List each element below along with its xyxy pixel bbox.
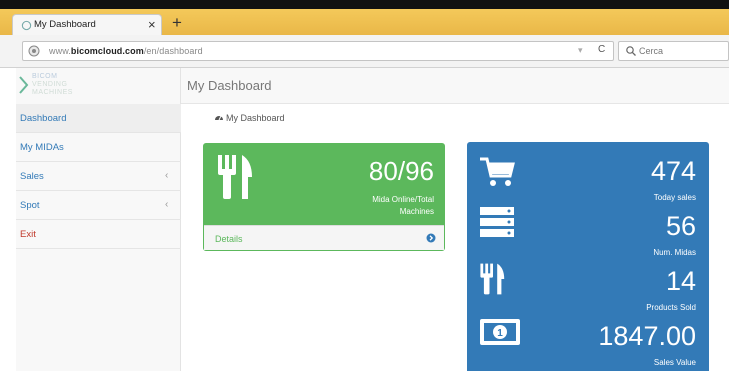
sidebar-item-sales[interactable]: Sales ‹: [16, 162, 181, 191]
globe-icon: [28, 45, 40, 57]
details-label: Details: [215, 234, 243, 244]
num-midas-caption: Num. Midas: [653, 248, 696, 257]
today-sales-value: 474: [650, 156, 696, 186]
url-prefix: www.: [49, 46, 71, 56]
machines-panel: 80/96 Mida Online/Total Machines Details: [203, 143, 445, 251]
logo-chevron-icon: [19, 76, 29, 94]
machines-caption: Mida Online/Total Machines: [372, 194, 434, 218]
sidebar-item-label: My MIDAs: [20, 142, 64, 153]
page-icon: [21, 20, 32, 31]
breadcrumb: My Dashboard: [214, 112, 285, 123]
sidebar-item-label: Spot: [20, 200, 40, 211]
svg-text:1: 1: [497, 328, 503, 339]
chevron-left-icon: ‹: [165, 199, 169, 210]
search-box[interactable]: Cerca: [618, 41, 729, 61]
logo-line-1: BICOM: [32, 73, 58, 80]
url-text: www.bicomcloud.com/en/dashboard: [49, 46, 203, 56]
sidebar-item-label: Sales: [20, 171, 44, 182]
machines-panel-heading: 80/96 Mida Online/Total Machines: [204, 144, 444, 225]
products-sold-caption: Products Sold: [646, 303, 696, 312]
search-placeholder: Cerca: [639, 46, 664, 56]
new-tab-button[interactable]: +: [168, 14, 186, 33]
num-midas-value: 56: [665, 211, 696, 241]
reload-button[interactable]: C: [598, 44, 605, 55]
machines-caption-line-1: Mida Online/Total: [372, 195, 434, 204]
dropdown-icon[interactable]: ▾: [578, 45, 583, 56]
products-sold-value: 14: [665, 266, 696, 296]
sidebar-item-exit[interactable]: Exit: [16, 220, 181, 249]
address-bar[interactable]: www.bicomcloud.com/en/dashboard ▾: [22, 41, 614, 61]
tab-title: My Dashboard: [34, 19, 96, 30]
chevron-left-icon: ‹: [165, 170, 169, 181]
logo[interactable]: BICOM VENDING MACHINES: [16, 68, 181, 104]
server-icon: [480, 207, 514, 237]
logo-line-2: VENDING: [32, 81, 68, 88]
page-title: My Dashboard: [187, 78, 272, 93]
search-icon: [626, 46, 636, 56]
cart-icon: [480, 157, 515, 186]
stats-panel: 474 Today sales 56 Num. Midas 14 Product…: [467, 142, 709, 371]
breadcrumb-label: My Dashboard: [226, 113, 285, 123]
cutlery-icon: [480, 263, 505, 295]
cutlery-icon: [218, 155, 252, 199]
arrow-circle-right-icon: [426, 233, 436, 243]
money-icon: 1: [480, 319, 520, 345]
window-top-bar: [0, 0, 729, 9]
today-sales-caption: Today sales: [653, 193, 696, 202]
url-path: /en/dashboard: [143, 46, 203, 56]
browser-tab[interactable]: My Dashboard ×: [12, 14, 162, 35]
url-host: bicomcloud.com: [70, 46, 144, 56]
sidebar-item-spot[interactable]: Spot ‹: [16, 191, 181, 220]
details-link[interactable]: Details: [204, 225, 444, 250]
sidebar-item-my-midas[interactable]: My MIDAs: [16, 133, 181, 162]
sales-value: 1847.00: [598, 321, 696, 351]
tab-close-icon[interactable]: ×: [148, 17, 156, 32]
dashboard-icon: [215, 115, 223, 121]
sidebar-item-dashboard[interactable]: Dashboard: [16, 104, 181, 133]
logo-line-3: MACHINES: [32, 89, 73, 96]
machines-online-value: 80/96: [368, 156, 434, 186]
sidebar-item-label: Exit: [20, 229, 36, 240]
sales-value-caption: Sales Value: [653, 358, 696, 367]
page-header: My Dashboard: [181, 68, 729, 104]
machines-caption-line-2: Machines: [399, 207, 434, 216]
sidebar-item-label: Dashboard: [20, 113, 67, 124]
